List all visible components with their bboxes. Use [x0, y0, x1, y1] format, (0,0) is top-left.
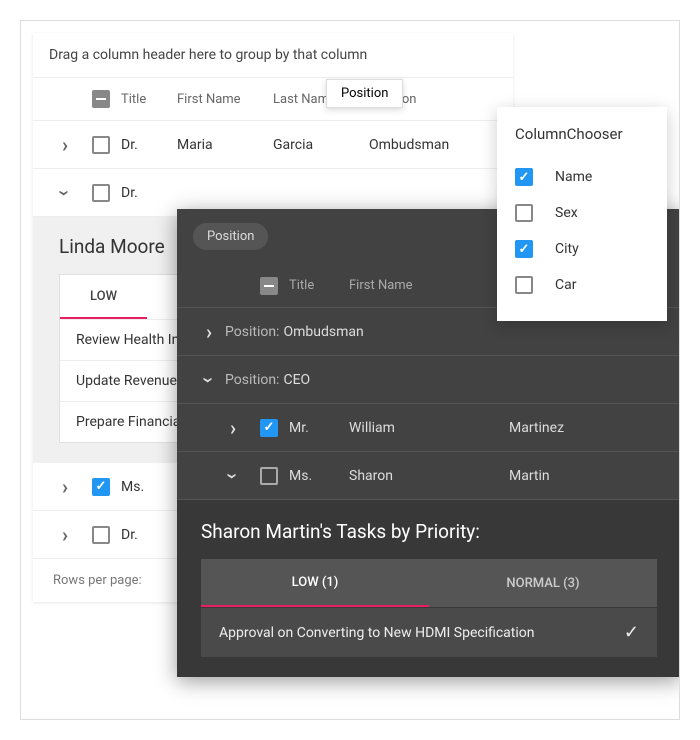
chevron-down-icon[interactable]	[221, 472, 245, 478]
group-label: Position:	[225, 324, 279, 340]
row-checkbox[interactable]	[92, 526, 110, 544]
detail-title: Sharon Martin's Tasks by Priority:	[201, 520, 657, 543]
select-all-checkbox[interactable]	[260, 277, 278, 295]
cell-first-name: Sharon	[349, 468, 509, 484]
option-label: Name	[555, 169, 592, 185]
cell-title: Dr.	[121, 137, 177, 153]
task-item: Approval on Converting to New HDMI Speci…	[201, 608, 657, 657]
chevron-right-icon[interactable]	[62, 475, 68, 499]
row-checkbox[interactable]	[260, 467, 278, 485]
tab-low[interactable]: LOW	[60, 275, 147, 319]
header-title[interactable]: Title	[289, 278, 349, 293]
select-all-checkbox[interactable]	[92, 90, 110, 108]
column-chooser-item[interactable]: Name	[515, 159, 649, 195]
chevron-right-icon[interactable]	[62, 133, 68, 157]
chevron-right-icon[interactable]	[206, 320, 212, 344]
option-checkbox[interactable]	[515, 240, 533, 258]
option-checkbox[interactable]	[515, 168, 533, 186]
cell-first-name: Maria	[177, 137, 273, 153]
option-label: Sex	[555, 205, 578, 221]
group-label: Position:	[225, 372, 279, 388]
checkmark-icon: ✓	[624, 622, 639, 643]
row-detail-panel-dark: Sharon Martin's Tasks by Priority: LOW (…	[177, 500, 680, 677]
group-value: Ombudsman	[283, 324, 363, 340]
group-value: CEO	[283, 372, 310, 388]
group-row[interactable]: Position: CEO	[177, 356, 680, 404]
group-drop-zone[interactable]: Drag a column header here to group by th…	[33, 33, 513, 77]
column-chooser-item[interactable]: City	[515, 231, 649, 267]
cell-title: Mr.	[289, 420, 349, 436]
column-chooser-item[interactable]: Sex	[515, 195, 649, 231]
cell-position: Ombudsman	[369, 137, 497, 153]
cell-first-name: William	[349, 420, 509, 436]
cell-last-name: Martin	[509, 468, 665, 484]
option-checkbox[interactable]	[515, 276, 533, 294]
cell-title: Ms.	[121, 479, 177, 495]
tabs-dark: LOW (1) NORMAL (3)	[201, 559, 657, 607]
cell-title: Dr.	[121, 185, 177, 201]
table-row: Mr. William Martinez	[177, 404, 680, 452]
row-checkbox[interactable]	[260, 419, 278, 437]
cell-last-name: Garcia	[273, 137, 369, 153]
chevron-right-icon[interactable]	[230, 416, 236, 440]
column-chooser-panel: ColumnChooser Name Sex City Car	[497, 107, 667, 321]
option-label: Car	[555, 277, 576, 293]
group-chip-position[interactable]: Position	[193, 223, 268, 250]
row-checkbox[interactable]	[92, 184, 110, 202]
header-title[interactable]: Title	[121, 92, 177, 107]
column-chooser-title: ColumnChooser	[515, 125, 649, 143]
cell-last-name: Martinez	[509, 420, 665, 436]
option-checkbox[interactable]	[515, 204, 533, 222]
table-row: Dr. Maria Garcia Ombudsman	[33, 121, 513, 169]
column-chooser-item[interactable]: Car	[515, 267, 649, 303]
header-first-name[interactable]: First Name	[177, 92, 273, 107]
table-row: Ms. Sharon Martin	[177, 452, 680, 500]
chevron-right-icon[interactable]	[62, 523, 68, 547]
row-checkbox[interactable]	[92, 478, 110, 496]
light-header-row: Title First Name Last Name Position	[33, 77, 513, 121]
chevron-down-icon[interactable]	[197, 376, 221, 382]
row-checkbox[interactable]	[92, 136, 110, 154]
task-text: Approval on Converting to New HDMI Speci…	[219, 625, 535, 641]
header-first-name[interactable]: First Name	[349, 278, 509, 293]
cell-title: Ms.	[289, 468, 349, 484]
tab-low[interactable]: LOW (1)	[201, 559, 429, 607]
option-label: City	[555, 241, 579, 257]
chevron-down-icon[interactable]	[53, 189, 77, 195]
tab-normal[interactable]: NORMAL (3)	[429, 559, 657, 607]
drag-column-chip[interactable]: Position	[326, 79, 403, 108]
cell-title: Dr.	[121, 527, 177, 543]
